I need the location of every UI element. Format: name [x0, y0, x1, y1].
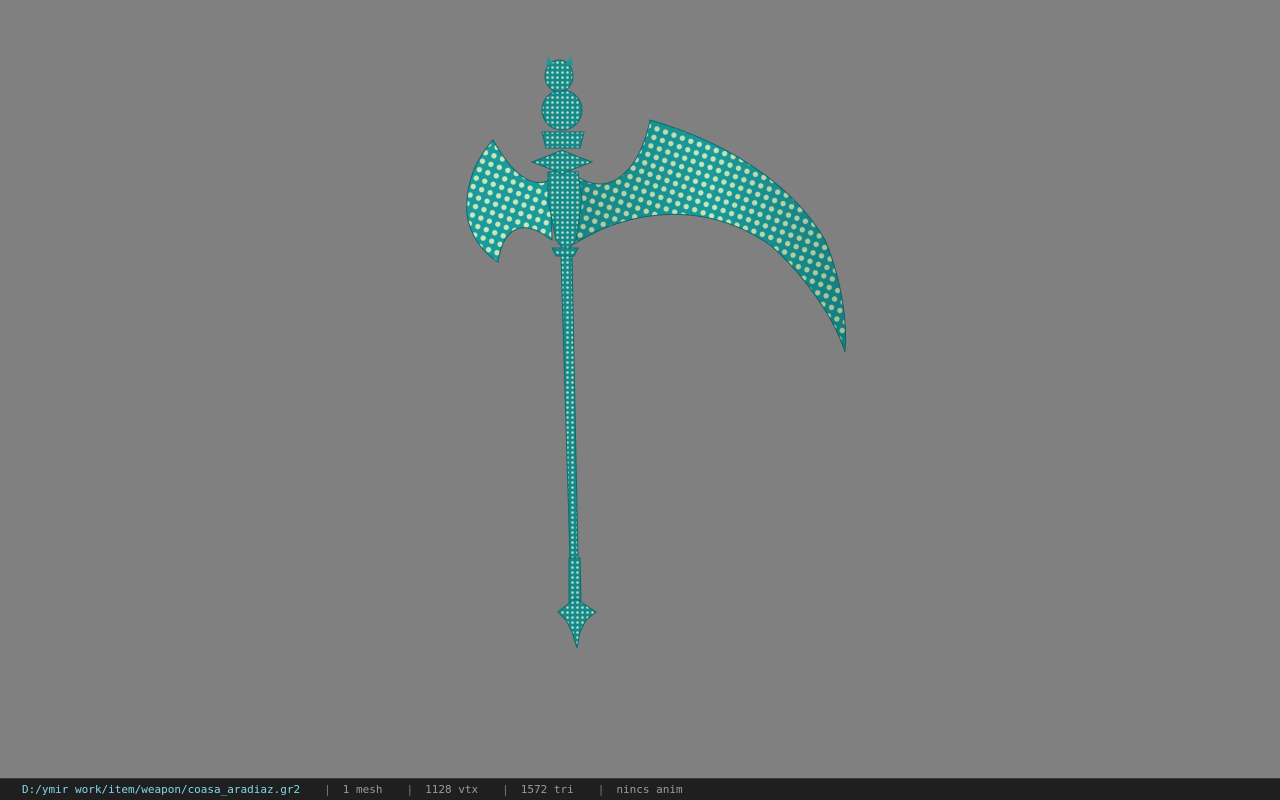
- separator: |: [597, 783, 605, 796]
- 3d-viewport[interactable]: [0, 0, 1280, 778]
- pommel: [557, 597, 597, 649]
- separator: |: [324, 783, 331, 796]
- collar-spikes: [530, 149, 594, 175]
- status-bar: D:/ymir work/item/weapon/coasa_aradiaz.g…: [0, 778, 1280, 800]
- vertex-count: 1128 vtx: [425, 783, 479, 796]
- separator: |: [502, 783, 509, 796]
- mesh-count: 1 mesh: [342, 783, 383, 796]
- shaft: [560, 255, 579, 561]
- file-path: D:/ymir work/item/weapon/coasa_aradiaz.g…: [22, 783, 301, 796]
- anim-status: nincs anim: [616, 783, 683, 796]
- triangle-count: 1572 tri: [520, 783, 574, 796]
- finial-lower: [541, 89, 583, 131]
- scythe-model[interactable]: [0, 0, 1280, 778]
- left-blade: [466, 139, 553, 263]
- grip: [568, 557, 582, 603]
- separator: |: [406, 783, 414, 796]
